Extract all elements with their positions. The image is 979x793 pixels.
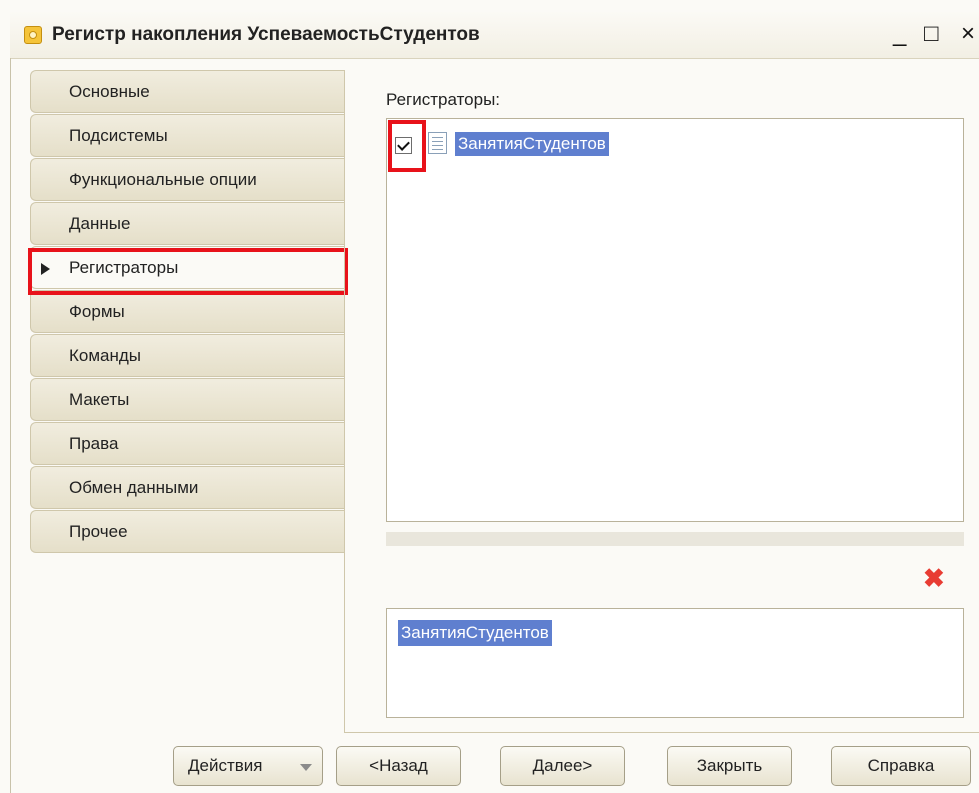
window-title: Регистр накопления УспеваемостьСтудентов [52, 24, 480, 45]
tab-funktsionalnye-optsii[interactable]: Функциональные опции [30, 158, 344, 201]
tab-osnovnye[interactable]: Основные [30, 70, 344, 113]
tab-formy[interactable]: Формы [30, 290, 344, 333]
title-bar: Регистр накопления УспеваемостьСтудентов… [10, 12, 979, 59]
nav-highlight-outline [28, 248, 348, 295]
tab-label: Прочее [69, 522, 128, 541]
tab-label: Команды [69, 346, 142, 365]
next-button[interactable]: Далее> [500, 746, 625, 786]
help-button[interactable]: Справка [831, 746, 971, 786]
window: Регистр накопления УспеваемостьСтудентов… [0, 0, 979, 793]
tab-label: Данные [69, 214, 131, 233]
close-button[interactable]: Закрыть [667, 746, 792, 786]
tab-komandy[interactable]: Команды [30, 334, 344, 377]
tab-dannye[interactable]: Данные [30, 202, 344, 245]
document-icon [428, 132, 447, 154]
registrator-item-label[interactable]: ЗанятияСтудентов [455, 132, 609, 156]
registrators-label: Регистраторы: [386, 90, 501, 109]
close-window-button[interactable]: × [961, 22, 975, 46]
tab-makety[interactable]: Макеты [30, 378, 344, 421]
tab-label: Права [69, 434, 119, 453]
tab-podsistemy[interactable]: Подсистемы [30, 114, 344, 157]
actions-button[interactable]: Действия [173, 746, 323, 786]
splitter[interactable] [386, 532, 964, 546]
app-icon [24, 26, 42, 44]
registrators-list[interactable]: ЗанятияСтудентов [386, 118, 964, 522]
tab-label: Обмен данными [69, 478, 199, 497]
tab-label: Формы [69, 302, 125, 321]
selected-item[interactable]: ЗанятияСтудентов [398, 620, 552, 646]
tab-obmen-dannymi[interactable]: Обмен данными [30, 466, 344, 509]
delete-icon[interactable]: ✖ [923, 565, 945, 591]
tab-label: Функциональные опции [69, 170, 257, 189]
tab-label: Макеты [69, 390, 130, 409]
minimize-button[interactable]: _ [893, 22, 906, 46]
tab-label: Основные [69, 82, 150, 101]
tab-prava[interactable]: Права [30, 422, 344, 465]
dropdown-arrow-icon [300, 764, 312, 771]
window-border [10, 58, 11, 793]
back-button[interactable]: <Назад [336, 746, 461, 786]
selected-registrators-list[interactable]: ЗанятияСтудентов [386, 608, 964, 718]
checkbox-highlight-outline [388, 120, 426, 172]
tab-label: Подсистемы [69, 126, 168, 145]
tab-prochee[interactable]: Прочее [30, 510, 344, 553]
maximize-button[interactable]: □ [924, 22, 939, 46]
actions-label: Действия [188, 756, 263, 775]
